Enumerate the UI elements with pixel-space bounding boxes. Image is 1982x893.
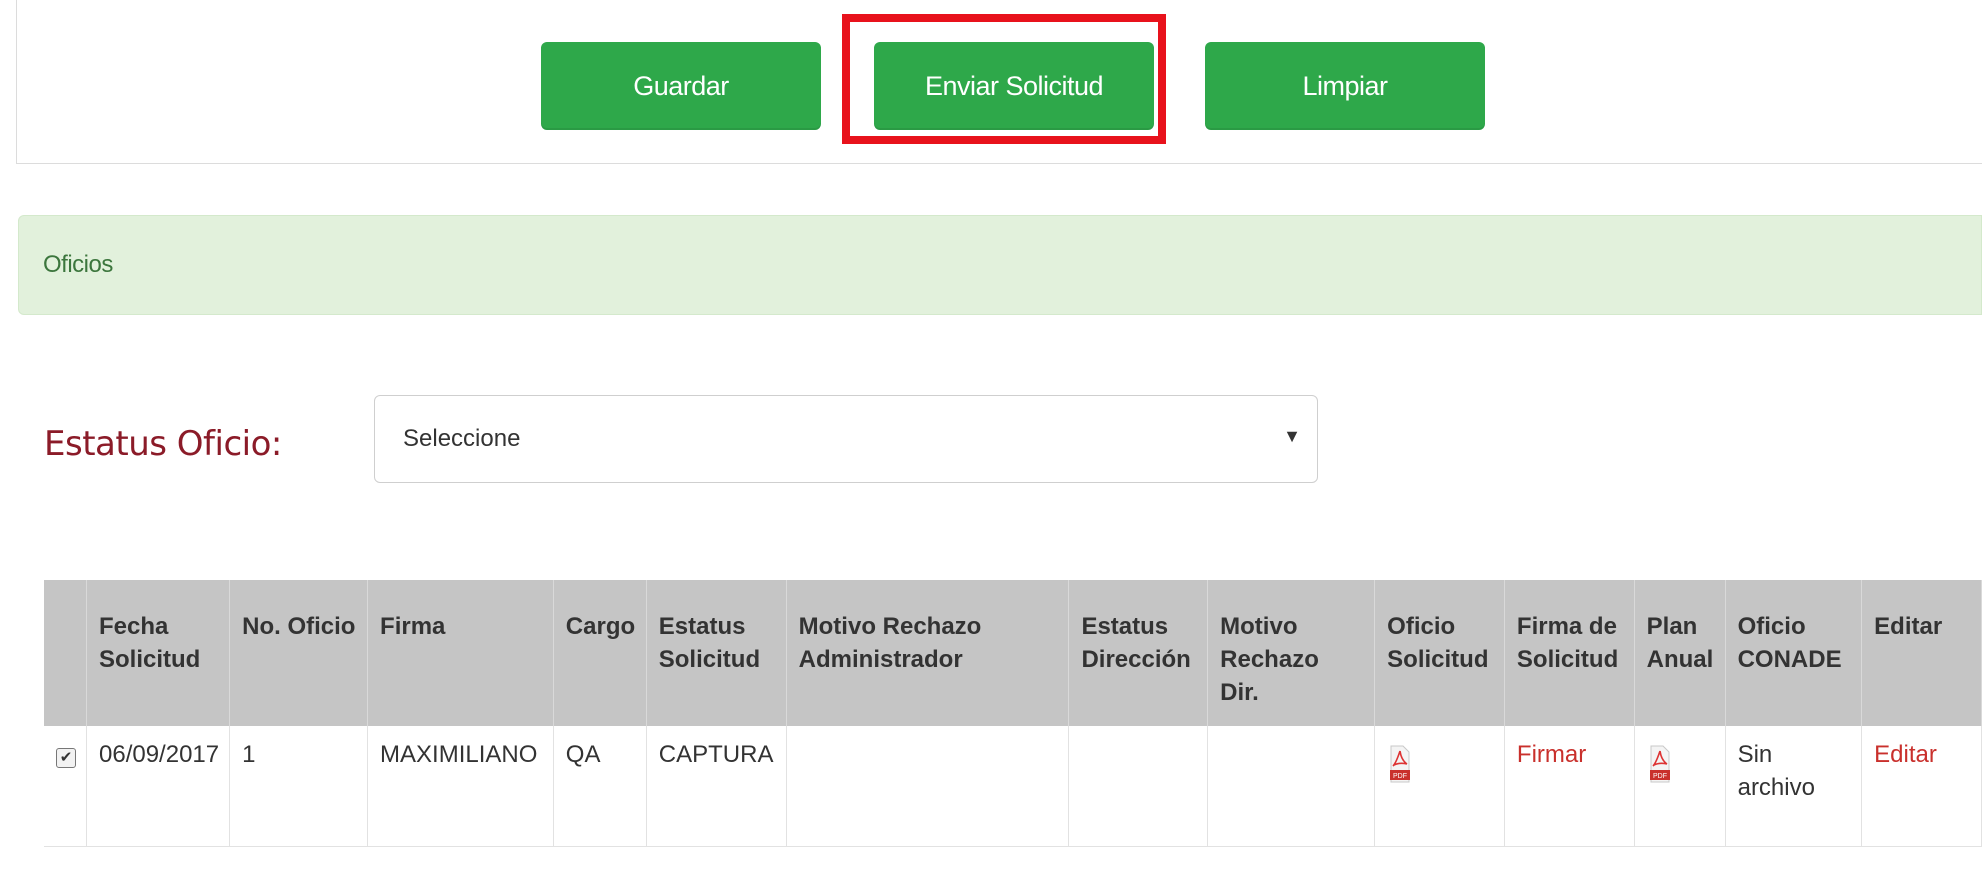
svg-text:PDF: PDF xyxy=(1653,773,1667,780)
header-oficio-conade: Oficio CONADE xyxy=(1725,580,1863,726)
svg-text:PDF: PDF xyxy=(1393,773,1407,780)
cell-oficio-solicitud: PDF xyxy=(1374,726,1505,847)
header-select xyxy=(44,580,87,726)
cell-motivo-rechazo-admin xyxy=(786,726,1070,847)
pdf-icon[interactable]: PDF xyxy=(1387,742,1413,786)
save-button[interactable]: Guardar xyxy=(541,42,821,130)
header-estatus-direccion: Estatus Dirección xyxy=(1068,580,1209,726)
cell-plan-anual: PDF xyxy=(1634,726,1726,847)
cell-firma: MAXIMILIANO xyxy=(367,726,554,847)
header-editar: Editar xyxy=(1861,580,1982,726)
header-motivo-rechazo-admin: Motivo Rechazo Administrador xyxy=(786,580,1070,726)
cell-fecha: 06/09/2017 xyxy=(86,726,231,847)
cell-estatus-solicitud: CAPTURA xyxy=(646,726,787,847)
header-no-oficio: No. Oficio xyxy=(229,580,369,726)
panel-title: Oficios xyxy=(43,251,113,278)
header-oficio-solicitud: Oficio Solicitud xyxy=(1374,580,1505,726)
status-select-value: Seleccione xyxy=(403,425,521,452)
cell-motivo-rechazo-dir xyxy=(1207,726,1376,847)
header-plan-anual: Plan Anual xyxy=(1634,580,1726,726)
cell-oficio-conade: Sin archivo xyxy=(1725,726,1863,847)
header-estatus-solicitud: Estatus Solicitud xyxy=(646,580,787,726)
sign-link[interactable]: Firmar xyxy=(1517,741,1586,768)
cell-cargo: QA xyxy=(553,726,647,847)
oficios-table: Fecha Solicitud No. Oficio Firma Cargo E… xyxy=(44,580,1982,847)
header-cargo: Cargo xyxy=(553,580,647,726)
status-filter-label: Estatus Oficio: xyxy=(44,424,282,464)
table-header-row: Fecha Solicitud No. Oficio Firma Cargo E… xyxy=(44,580,1982,726)
cell-editar: Editar xyxy=(1861,726,1982,847)
pdf-icon[interactable]: PDF xyxy=(1647,742,1673,786)
header-fecha: Fecha Solicitud xyxy=(86,580,231,726)
header-motivo-rechazo-dir: Motivo Rechazo Dir. xyxy=(1207,580,1376,726)
edit-link[interactable]: Editar xyxy=(1874,741,1937,768)
send-request-button[interactable]: Enviar Solicitud xyxy=(874,42,1154,130)
row-select-cell: ✔ xyxy=(44,726,87,847)
header-firma-solicitud: Firma de Solicitud xyxy=(1504,580,1635,726)
table-row: ✔ 06/09/2017 1 MAXIMILIANO QA CAPTURA PD… xyxy=(44,726,1982,847)
cell-no-oficio: 1 xyxy=(229,726,369,847)
cell-firma-solicitud: Firmar xyxy=(1504,726,1635,847)
clear-button[interactable]: Limpiar xyxy=(1205,42,1485,130)
caret-down-icon: ▼ xyxy=(1283,426,1301,446)
header-firma: Firma xyxy=(367,580,554,726)
status-select[interactable]: Seleccione ▼ xyxy=(374,395,1318,483)
cell-estatus-direccion xyxy=(1068,726,1209,847)
oficios-panel-header: Oficios xyxy=(18,215,1982,315)
row-checkbox[interactable]: ✔ xyxy=(56,748,76,768)
